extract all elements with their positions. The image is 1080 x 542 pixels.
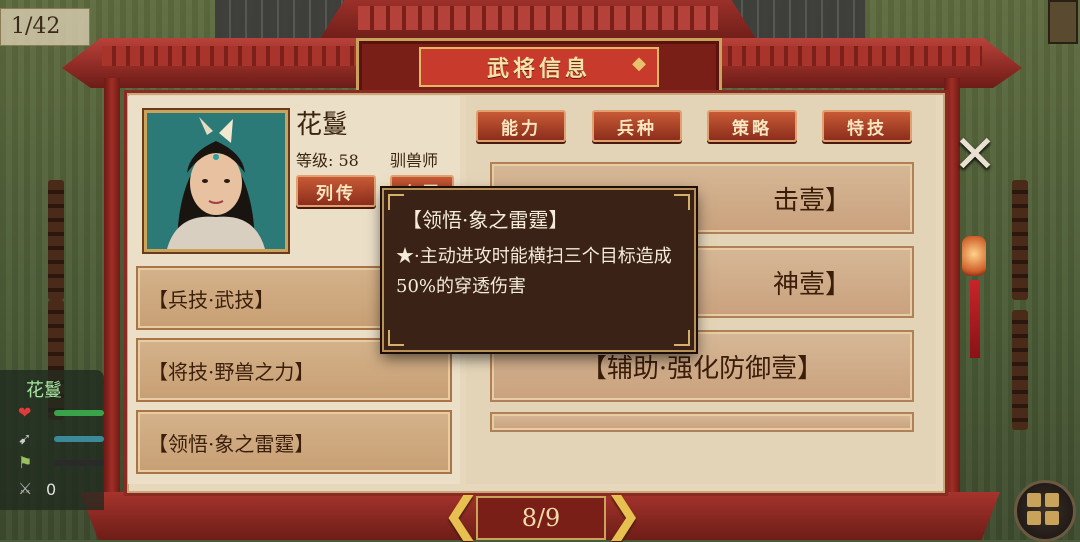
skill-tooltip: 【领悟·象之雷霆】 ★·主动进攻时能横扫三个目标造成50%的穿透伤害 bbox=[382, 188, 696, 352]
hero-portrait bbox=[144, 110, 288, 252]
ornament-right-icon: ◆ bbox=[632, 53, 646, 74]
lantern-icon bbox=[962, 236, 986, 276]
tooltip-description: ★·主动进攻时能横扫三个目标造成50%的穿透伤害 bbox=[396, 246, 672, 297]
tab-troop-type[interactable]: 兵种 bbox=[592, 110, 682, 142]
special-skill-slot[interactable] bbox=[490, 412, 914, 432]
tab-strategy[interactable]: 策略 bbox=[707, 110, 797, 142]
tassel-decoration bbox=[970, 280, 980, 358]
special-skill-label: 击壹】 bbox=[772, 185, 851, 216]
prev-page-icon[interactable]: ❮ bbox=[442, 490, 481, 538]
hero-level: 等级: 58 bbox=[296, 151, 359, 170]
pillar-left bbox=[104, 78, 120, 498]
title-plaque: ◆ 武将信息 ◆ bbox=[356, 38, 722, 96]
tab-special-skill[interactable]: 特技 bbox=[822, 110, 912, 142]
flag-icon: ⚑ bbox=[18, 453, 33, 472]
window-title: 武将信息 bbox=[486, 56, 591, 82]
skill-slot[interactable]: 【领悟·象之雷霆】 bbox=[136, 410, 452, 474]
tooltip-title: 【领悟·象之雷霆】 bbox=[402, 208, 569, 232]
scroll-icon[interactable] bbox=[1048, 0, 1078, 44]
morale-bar bbox=[54, 460, 104, 466]
heart-icon: ❤ bbox=[18, 403, 32, 422]
wing-icon: ➹ bbox=[18, 429, 32, 448]
hp-bar bbox=[54, 410, 104, 416]
unit-count: 0 bbox=[46, 480, 57, 499]
hero-class: 驯兽师 bbox=[390, 151, 439, 170]
hero-name: 花鬘 bbox=[296, 110, 349, 140]
roof-crown bbox=[318, 0, 758, 42]
unit-name: 花鬘 bbox=[26, 380, 62, 401]
page-indicator: 8/9 bbox=[476, 496, 606, 540]
special-skill-label: 神壹】 bbox=[772, 269, 851, 300]
fence-post bbox=[1012, 180, 1028, 300]
fence-post bbox=[48, 180, 64, 300]
hero-portrait-image bbox=[147, 113, 285, 249]
tab-ability[interactable]: 能力 bbox=[476, 110, 566, 142]
sword-icon: ⚔ bbox=[18, 479, 33, 498]
page-counter: 1/42 bbox=[0, 8, 90, 46]
next-page-icon[interactable]: ❯ bbox=[604, 490, 643, 538]
grid-menu-icon[interactable] bbox=[1014, 480, 1076, 542]
fence-post bbox=[1012, 310, 1028, 430]
close-icon[interactable]: ✕ bbox=[950, 129, 1000, 181]
speed-bar bbox=[54, 436, 104, 442]
biography-button[interactable]: 列传 bbox=[296, 175, 376, 207]
